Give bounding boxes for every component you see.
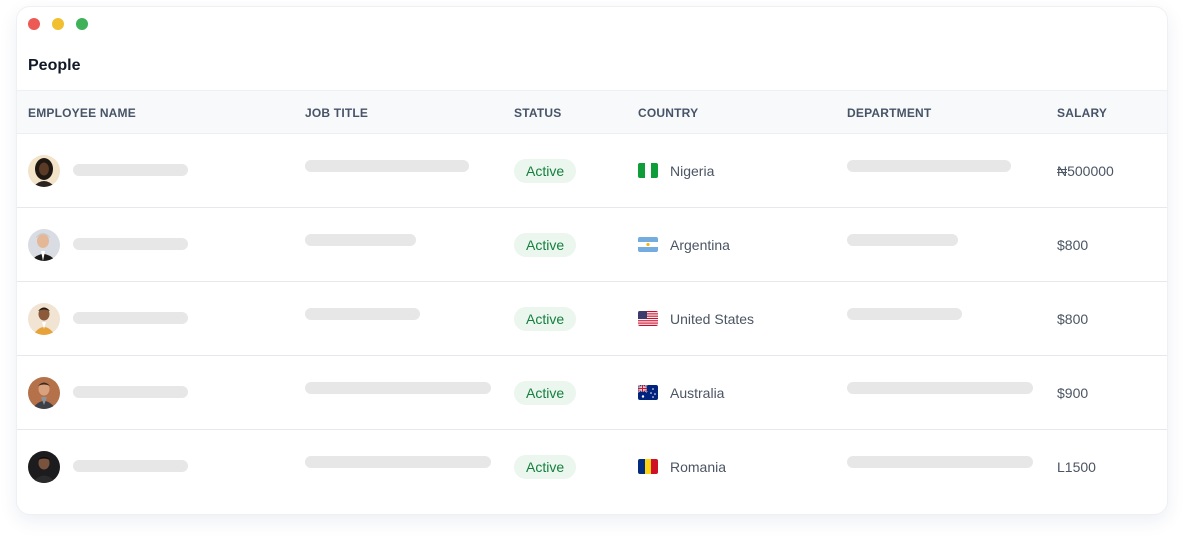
maximize-window-button[interactable] <box>76 18 88 30</box>
employee-name-placeholder <box>73 164 188 176</box>
avatar <box>28 377 60 409</box>
status-badge: Active <box>514 455 577 479</box>
column-header-salary[interactable]: SALARY <box>1057 106 1107 120</box>
page-title: People <box>28 57 81 74</box>
department-placeholder <box>847 456 1033 468</box>
job-title-placeholder <box>305 456 491 468</box>
table-row[interactable]: Active United States $800 <box>17 282 1167 356</box>
job-title-placeholder <box>305 382 491 394</box>
country-label: United States <box>670 311 755 327</box>
salary-value: $800 <box>1057 311 1089 327</box>
salary-value: ₦500000 <box>1057 163 1114 179</box>
salary-value: $800 <box>1057 237 1089 253</box>
department-placeholder <box>847 234 958 246</box>
job-title-placeholder <box>305 160 469 172</box>
country-label: Australia <box>670 385 725 401</box>
department-placeholder <box>847 382 1033 394</box>
employee-name-placeholder <box>73 312 188 324</box>
australia-flag-icon <box>638 385 658 400</box>
table-header: EMPLOYEE NAME JOB TITLE STATUS COUNTRY D… <box>17 90 1167 134</box>
employee-name-placeholder <box>73 460 188 472</box>
minimize-window-button[interactable] <box>52 18 64 30</box>
employee-name-placeholder <box>73 386 188 398</box>
column-header-department[interactable]: DEPARTMENT <box>847 106 931 120</box>
employee-name-placeholder <box>73 238 188 250</box>
status-badge: Active <box>514 381 577 405</box>
department-placeholder <box>847 160 1011 172</box>
united-states-flag-icon <box>638 311 658 326</box>
avatar <box>28 303 60 335</box>
close-window-button[interactable] <box>28 18 40 30</box>
column-header-job-title[interactable]: JOB TITLE <box>305 106 368 120</box>
table-row[interactable]: Active Nigeria ₦500000 <box>17 134 1167 208</box>
romania-flag-icon <box>638 459 658 474</box>
avatar <box>28 155 60 187</box>
column-header-status[interactable]: STATUS <box>514 106 561 120</box>
country-label: Argentina <box>670 237 730 253</box>
column-header-employee-name[interactable]: EMPLOYEE NAME <box>28 106 136 120</box>
salary-value: $900 <box>1057 385 1089 401</box>
table-row[interactable]: Active Australia $900 <box>17 356 1167 430</box>
window-controls <box>28 18 88 30</box>
avatar <box>28 451 60 483</box>
avatar <box>28 229 60 261</box>
status-badge: Active <box>514 307 577 331</box>
job-title-placeholder <box>305 234 416 246</box>
salary-value: L1500 <box>1057 459 1096 475</box>
nigeria-flag-icon <box>638 163 658 178</box>
status-badge: Active <box>514 159 577 183</box>
table-row[interactable]: Active Romania L1500 <box>17 430 1167 504</box>
table-row[interactable]: Active Argentina $800 <box>17 208 1167 282</box>
column-header-country[interactable]: COUNTRY <box>638 106 698 120</box>
status-badge: Active <box>514 233 577 257</box>
argentina-flag-icon <box>638 237 658 252</box>
job-title-placeholder <box>305 308 420 320</box>
country-label: Romania <box>670 459 727 475</box>
department-placeholder <box>847 308 962 320</box>
country-label: Nigeria <box>670 163 715 179</box>
people-window: People EMPLOYEE NAME JOB TITLE STATUS CO… <box>16 6 1168 515</box>
